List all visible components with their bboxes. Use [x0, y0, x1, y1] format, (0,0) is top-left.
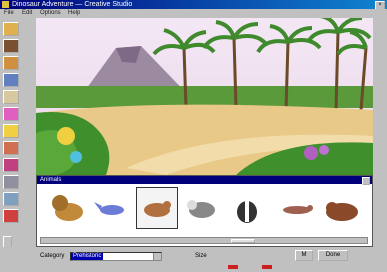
- status-bar: Category Prehistoric Size M Done: [0, 247, 387, 272]
- canvas-scene[interactable]: [36, 18, 373, 175]
- stamp-mouse[interactable]: [136, 187, 178, 229]
- paint-tool-icon[interactable]: [3, 56, 19, 70]
- text-tool-icon[interactable]: [3, 73, 19, 87]
- close-icon[interactable]: ×: [375, 1, 385, 9]
- stamp-ferret[interactable]: [277, 188, 317, 228]
- stamp-raccoon[interactable]: [182, 188, 222, 228]
- star-tool-icon[interactable]: [3, 124, 19, 138]
- stamp-panel-title: Animals: [40, 177, 62, 183]
- size-button[interactable]: M: [295, 250, 313, 261]
- purple-flower-2: [319, 145, 329, 155]
- panel-close-icon[interactable]: [362, 177, 370, 185]
- tool-palette: [0, 18, 36, 272]
- scrollbar-thumb[interactable]: [231, 239, 255, 243]
- stamp-skunk[interactable]: [227, 188, 267, 228]
- hand-tool-icon[interactable]: [3, 22, 19, 36]
- brush-tool-icon[interactable]: [3, 90, 19, 104]
- done-button[interactable]: Done: [318, 250, 348, 261]
- stamp-panel: Animals: [36, 175, 373, 247]
- category-dropdown[interactable]: Prehistoric: [70, 252, 162, 261]
- vertical-scrollbar[interactable]: [373, 18, 387, 175]
- category-selected: Prehistoric: [71, 253, 104, 260]
- line-tool-icon[interactable]: [3, 209, 19, 223]
- blue-flower: [70, 151, 82, 163]
- shapes-tool-icon[interactable]: [3, 192, 19, 206]
- window-title-bar: Dinosaur Adventure — Creative Studio ×: [0, 0, 387, 9]
- purple-flower: [304, 146, 318, 160]
- stamp-scrollbar[interactable]: [40, 237, 368, 244]
- sound-tool-icon[interactable]: [3, 158, 19, 172]
- stamp-tool-icon[interactable]: [3, 39, 19, 53]
- window-title: Dinosaur Adventure — Creative Studio: [12, 1, 133, 8]
- menu-options[interactable]: Options: [40, 9, 61, 18]
- stamp-bird[interactable]: [92, 188, 132, 228]
- chevron-down-icon[interactable]: [153, 253, 161, 260]
- menu-file[interactable]: File: [4, 9, 14, 18]
- stamp-panel-title-bar: Animals: [37, 176, 372, 185]
- category-label: Category: [40, 253, 65, 259]
- camera-tool-icon[interactable]: [3, 175, 19, 189]
- size-label: Size: [195, 253, 207, 259]
- red-marker-left: [228, 265, 238, 269]
- yellow-flower: [57, 127, 75, 145]
- stamp-lion[interactable]: [49, 188, 89, 228]
- stamp-walrus[interactable]: [322, 188, 362, 228]
- menu-edit[interactable]: Edit: [22, 9, 32, 18]
- menu-bar: File Edit Options Help: [0, 9, 387, 18]
- menu-help[interactable]: Help: [68, 9, 80, 18]
- red-marker-right: [262, 265, 272, 269]
- fill-tool-icon[interactable]: [3, 107, 19, 121]
- eraser-tool-icon[interactable]: [3, 141, 19, 155]
- app-icon: [2, 1, 9, 8]
